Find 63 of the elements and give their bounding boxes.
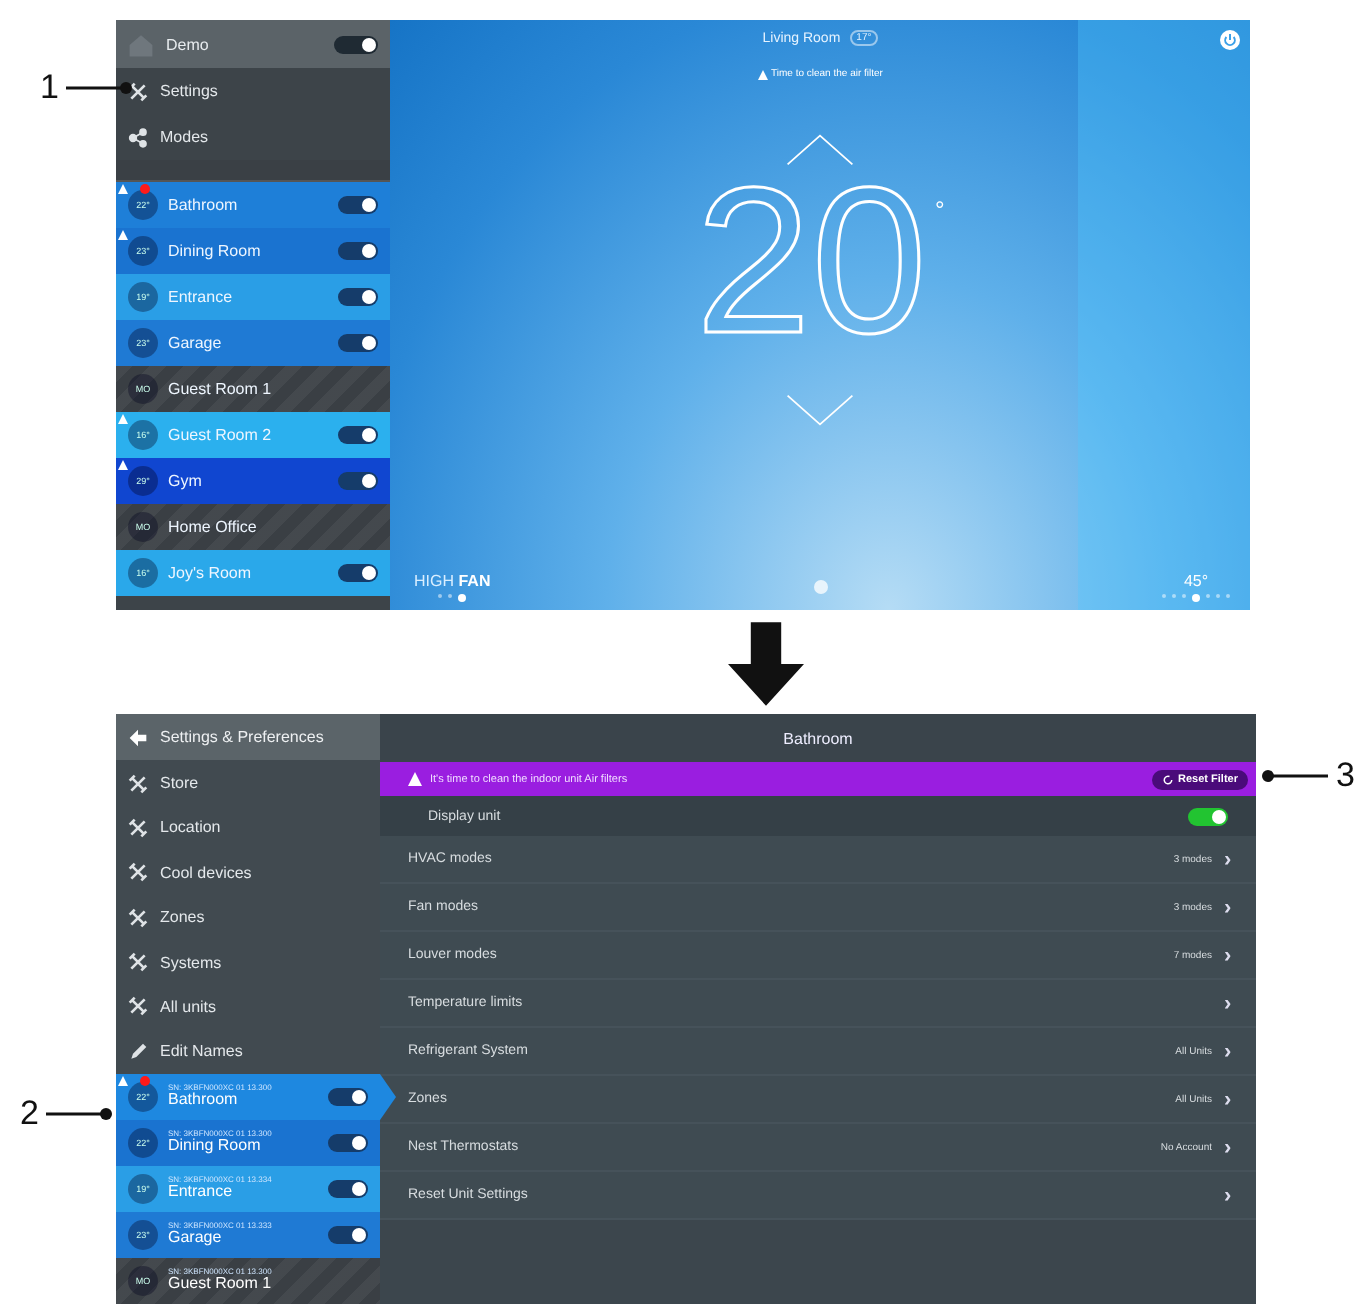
down-arrow-icon [728,620,804,708]
room-name: Dining Room [168,242,263,260]
room-toggle[interactable] [338,564,378,582]
degree-symbol: ° [934,196,945,224]
refresh-icon [1162,773,1175,785]
power-icon[interactable] [1220,30,1240,50]
room-name: Entrance [168,288,235,306]
tools-icon [128,996,148,1017]
alert-icon [757,69,768,79]
tools-icon [128,907,148,928]
menu-item[interactable]: All units [116,984,380,1030]
room-toggle[interactable] [338,426,378,444]
menu-item[interactable]: Store [116,760,380,806]
room-toggle[interactable] [338,242,378,260]
tools-icon [128,952,148,973]
chevron-up-icon[interactable] [784,132,856,168]
leader-line [46,1106,115,1122]
callout-number: 3 [1336,756,1355,796]
tools-icon [128,862,148,883]
callout-number: 2 [20,1094,39,1134]
menu-item[interactable]: Edit Names [116,1029,380,1074]
room-name: Garage [168,334,224,352]
warning-icon [408,772,422,786]
tools-icon [128,817,148,838]
room-toggle[interactable] [328,1225,368,1244]
menu-item[interactable]: Zones [116,894,380,940]
sidebar-header[interactable]: Settings & Preferences [116,714,380,761]
share-icon [128,127,148,147]
leader-line [1260,768,1328,784]
room-name: Bathroom [168,1092,240,1109]
leader-line [66,80,135,96]
room-name: Gym [168,472,204,490]
room-toggle[interactable] [338,196,378,214]
home-name: Demo [166,35,211,53]
room-name: Home Office [168,518,259,536]
room-toggle[interactable] [338,288,378,306]
room-toggle[interactable] [328,1087,368,1106]
room-toggle[interactable] [328,1179,368,1198]
callout-number: 1 [40,68,59,108]
display-unit-toggle[interactable] [1188,807,1228,825]
room-name: Guest Room 1 [168,1276,274,1293]
power-toggle[interactable] [334,35,378,53]
room-name: Garage [168,1230,224,1247]
room-name: Entrance [168,1184,233,1201]
room-toggle[interactable] [338,472,378,490]
tools-icon [128,773,148,794]
room-toggle[interactable] [338,334,378,352]
back-arrow-icon [128,727,148,748]
room-name: Bathroom [168,196,240,214]
menu-item[interactable]: Systems [116,939,380,985]
menu-item[interactable]: Location [116,805,380,851]
room-name: Guest Room 2 [168,426,274,444]
menu-item[interactable]: Settings [116,68,390,114]
room-toggle[interactable] [328,1133,368,1152]
room-name: Dining Room [168,1138,263,1155]
menu-item[interactable]: Cool devices [116,850,380,895]
room-name: Joy's Room [168,564,254,582]
page-indicator-dot [813,580,827,594]
tools-icon [128,81,148,101]
setpoint-temperature: 20 [695,168,927,356]
pencil-icon [128,1041,148,1062]
room-name: Guest Room 1 [168,380,274,398]
menu-item[interactable]: Modes [116,114,390,160]
